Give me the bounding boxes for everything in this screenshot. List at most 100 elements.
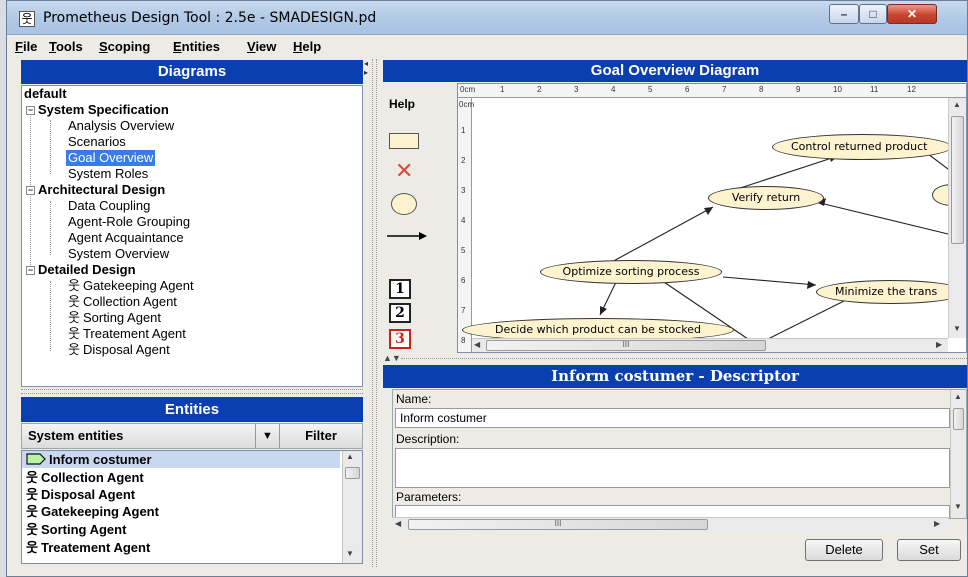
window-title: Prometheus Design Tool : 2.5e - SMADESIG… [43,10,377,26]
list-item[interactable]: 웃 Collection Agent [26,469,144,487]
arrow-tool-icon[interactable] [387,231,427,241]
agent-icon: 웃 [68,295,80,310]
tree-item-label: Gatekeeping Agent [82,278,194,293]
goal-verify-return[interactable]: Verify return [708,186,824,210]
chevron-down-icon[interactable]: ▼ [256,424,280,448]
tree-item-collection-agent[interactable]: 웃 Collection Agent [68,294,177,311]
scroll-down-icon[interactable]: ▼ [954,502,962,511]
scroll-up-icon[interactable]: ▲ [346,452,354,461]
scroll-thumb-grip-icon[interactable]: III [486,340,766,351]
menu-tools-mnemonic: T [49,39,56,54]
list-item[interactable]: 웃 Gatekeeping Agent [26,503,159,521]
filter-button[interactable]: Filter [280,424,362,448]
scroll-right-icon[interactable]: ▶ [936,340,942,349]
tree-item-gatekeeping-agent[interactable]: 웃 Gatekeeping Agent [68,278,194,295]
scroll-up-icon[interactable]: ▲ [953,100,961,109]
menu-scoping-label: coping [107,39,151,54]
entities-type-select[interactable]: System entities [22,424,256,448]
agent-icon: 웃 [68,343,80,358]
menu-tools-label: ools [55,39,83,54]
tree-section-label: Detailed Design [38,262,136,277]
tree-item-sorting-agent[interactable]: 웃 Sorting Agent [68,310,161,327]
list-item-label: Treatement Agent [40,540,151,555]
scroll-up-icon[interactable]: ▲ [954,392,962,401]
scroll-thumb[interactable] [345,467,360,479]
name-field[interactable]: Inform costumer [395,408,950,428]
scroll-right-icon[interactable]: ▶ [934,519,940,528]
agent-icon: 웃 [19,11,35,27]
goal-tag-icon [26,453,46,465]
delete-tool-icon[interactable]: ✕ [395,161,413,183]
diagram-toolbar: Help ✕ 1 2 3 [383,83,453,353]
tree-item-agent-role-grouping[interactable]: Agent-Role Grouping [68,214,190,230]
list-item[interactable]: 웃 Treatement Agent [26,539,150,557]
menu-entities[interactable]: Entities [173,39,220,54]
ellipse-tool-icon[interactable] [391,193,417,215]
tree-root[interactable]: default [24,86,67,102]
tree-section-label: System Specification [38,102,169,117]
parameters-label: Parameters: [396,490,462,504]
descriptor-vertical-scrollbar[interactable]: ▲ ▼ [950,390,966,518]
menu-view[interactable]: View [247,39,276,54]
tree-item-goal-overview[interactable]: Goal Overview [66,150,156,166]
scroll-thumb[interactable] [951,116,964,244]
horizontal-splitter[interactable] [21,389,363,394]
tree-item-scenarios[interactable]: Scenarios [68,134,126,150]
tree-item-analysis-overview[interactable]: Analysis Overview [68,118,174,134]
goal-minimize-the-trans[interactable]: Minimize the trans [816,280,966,304]
diagram-splitter[interactable] [401,358,967,362]
list-item[interactable]: Inform costumer [26,451,152,468]
tree-item-agent-acquaintance[interactable]: Agent Acquaintance [68,230,184,246]
canvas-vertical-scrollbar[interactable]: ▲ ▼ [948,98,966,338]
tree-section-architectural-design[interactable]: − Architectural Design [26,182,165,198]
canvas-horizontal-scrollbar[interactable]: ◀ III ▶ [472,338,948,352]
menu-help-mnemonic: H [293,39,303,54]
set-button[interactable]: Set [897,539,961,561]
goal-control-returned-product[interactable]: Control returned product [772,134,952,160]
descriptor-header: Inform costumer - Descriptor [383,365,967,388]
collapse-arrows-icon[interactable]: ▲▼ [383,353,401,363]
tree-item-data-coupling[interactable]: Data Coupling [68,198,150,214]
list-item[interactable]: 웃 Sorting Agent [26,521,126,539]
menu-help[interactable]: Help [293,39,321,54]
minimize-button[interactable]: – [829,4,859,24]
scroll-down-icon[interactable]: ▼ [953,324,961,333]
list-item-label: Gatekeeping Agent [40,504,159,519]
description-field[interactable] [395,448,950,488]
entities-scrollbar[interactable]: ▲ ▼ [342,451,362,563]
scroll-thumb[interactable] [953,408,964,430]
scroll-thumb-grip-icon[interactable]: III [408,519,708,530]
scroll-down-icon[interactable]: ▼ [346,549,354,558]
level-1-button[interactable]: 1 [389,279,411,299]
collapse-icon[interactable]: − [26,266,35,275]
scroll-left-icon[interactable]: ◀ [474,340,480,349]
tree-item-system-roles[interactable]: System Roles [68,166,148,182]
vertical-splitter[interactable] [372,59,377,567]
descriptor-horizontal-scrollbar[interactable]: ◀ III ▶ [392,517,948,531]
goal-optimize-sorting-process[interactable]: Optimize sorting process [540,260,722,284]
goal-tool-icon[interactable] [389,133,419,149]
help-button[interactable]: Help [389,97,415,111]
collapse-icon[interactable]: − [26,106,35,115]
tree-connector [50,120,51,174]
level-2-button[interactable]: 2 [389,303,411,323]
menu-tools[interactable]: Tools [49,39,83,54]
tree-item-system-overview[interactable]: System Overview [68,246,169,262]
tree-section-detailed-design[interactable]: − Detailed Design [26,262,136,278]
splitter-arrows-icon[interactable]: ◂ ▸ [364,59,372,79]
collapse-icon[interactable]: − [26,186,35,195]
close-button[interactable]: ✕ [887,4,937,24]
delete-button[interactable]: Delete [805,539,883,561]
menu-file[interactable]: File [15,39,37,54]
agent-icon: 웃 [26,541,38,556]
scroll-left-icon[interactable]: ◀ [395,519,401,528]
tree-item-treatement-agent[interactable]: 웃 Treatement Agent [68,326,186,343]
tree-section-system-specification[interactable]: − System Specification [26,102,169,118]
tree-item-disposal-agent[interactable]: 웃 Disposal Agent [68,342,170,359]
tree-item-label: Disposal Agent [82,342,170,357]
level-3-button[interactable]: 3 [389,329,411,349]
maximize-button[interactable]: □ [859,4,887,24]
menu-scoping[interactable]: Scoping [99,39,150,54]
diagram-canvas[interactable]: 0cm 1 2 3 4 5 6 7 8 9 10 11 12 0cm 1 2 3 4 5 6 7 8 Control r… [457,83,967,353]
list-item[interactable]: 웃 Disposal Agent [26,486,135,504]
